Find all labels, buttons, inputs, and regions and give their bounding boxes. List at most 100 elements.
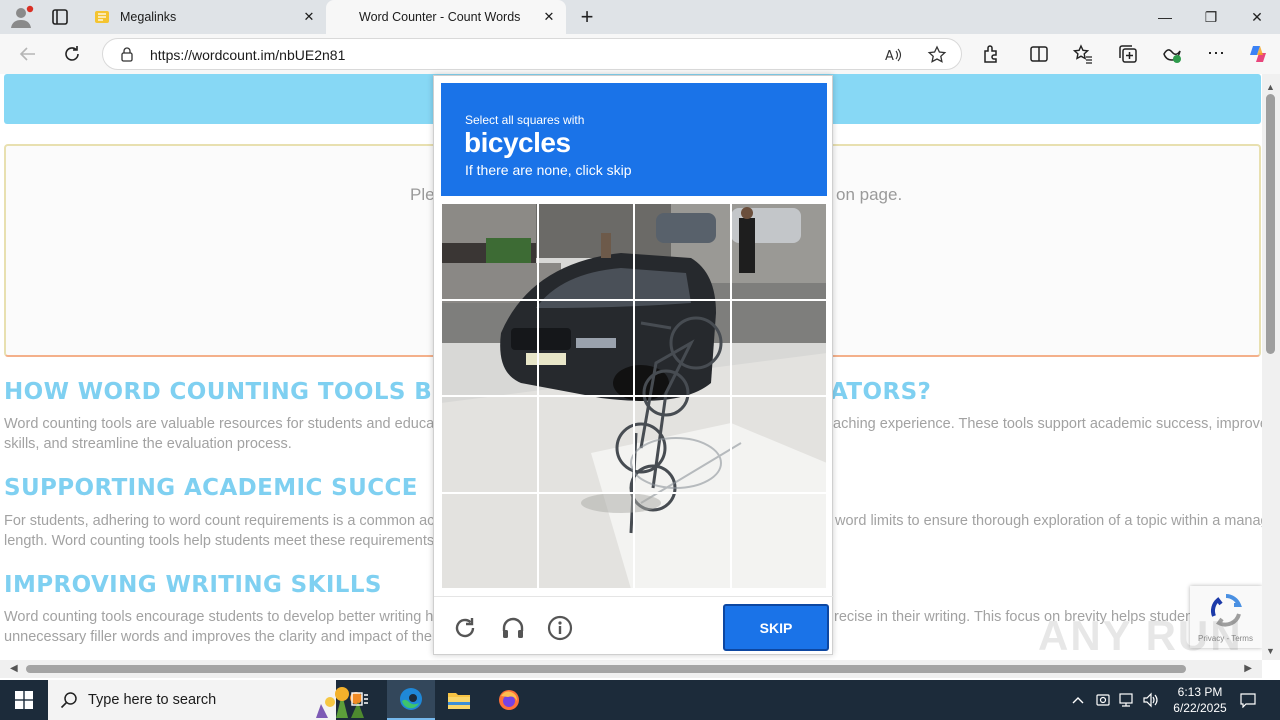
- captcha-tile[interactable]: [730, 492, 827, 589]
- scroll-down-icon[interactable]: ▼: [1266, 646, 1275, 656]
- edge-icon: [400, 688, 422, 710]
- back-icon[interactable]: [16, 42, 40, 66]
- split-screen-icon[interactable]: [1028, 43, 1050, 65]
- paragraph-line2: unnecessary filler words and improves th…: [4, 629, 452, 645]
- close-window-icon[interactable]: ✕: [1234, 0, 1280, 34]
- paragraph-left-part: Word counting tools are valuable resourc…: [4, 416, 452, 432]
- taskbar-search-box[interactable]: Type here to search: [48, 680, 364, 720]
- heading-left-part: IMPROVING WRITING SKILLS: [4, 572, 382, 598]
- section-heading-right: ATORS?: [830, 379, 931, 405]
- svg-text:A: A: [885, 49, 894, 64]
- captcha-tile[interactable]: [730, 299, 827, 396]
- tab-actions-icon[interactable]: [48, 6, 72, 28]
- site-info-lock-icon[interactable]: [119, 46, 135, 62]
- tab-title: Word Counter - Count Words: [359, 10, 521, 24]
- megalinks-favicon-icon: [95, 11, 109, 23]
- paragraph-left-part: For students, adhering to word count req…: [4, 513, 451, 529]
- captcha-tile[interactable]: [441, 203, 538, 300]
- browser-essentials-icon[interactable]: [1161, 43, 1183, 65]
- captcha-footer: SKIP: [434, 596, 834, 656]
- favorite-star-icon[interactable]: [927, 45, 947, 65]
- vertical-scroll-thumb[interactable]: [1266, 94, 1275, 354]
- taskbar-file-explorer[interactable]: [435, 680, 483, 720]
- heading-right-part: ATORS?: [830, 379, 932, 405]
- captcha-tile[interactable]: [634, 203, 731, 300]
- audio-challenge-icon[interactable]: [500, 615, 526, 641]
- close-tab-icon[interactable]: ✕: [538, 6, 560, 28]
- network-icon[interactable]: [1116, 680, 1136, 720]
- captcha-tile[interactable]: [634, 396, 731, 493]
- scroll-right-icon[interactable]: ▶: [1244, 663, 1252, 674]
- tab-megalinks[interactable]: Megalinks ✕: [86, 0, 326, 34]
- notice-text-right: on page.: [836, 185, 903, 204]
- horizontal-scroll-thumb[interactable]: [26, 665, 1186, 673]
- minimize-icon[interactable]: —: [1142, 0, 1188, 34]
- url-path: /nbUE2n81: [275, 47, 346, 63]
- system-clock[interactable]: 6:13 PM 6/22/2025: [1160, 684, 1240, 716]
- captcha-instruction: Select all squares with: [465, 113, 585, 127]
- captcha-header: Select all squares with bicycles If ther…: [441, 83, 827, 196]
- captcha-challenge: Select all squares with bicycles If ther…: [433, 75, 834, 656]
- settings-more-icon[interactable]: ···: [1205, 43, 1227, 65]
- captcha-tile[interactable]: [730, 396, 827, 493]
- captcha-tile[interactable]: [537, 299, 634, 396]
- address-bar[interactable]: https://wordcount.im/nbUE2n81 A: [102, 38, 962, 70]
- captcha-hint: If there are none, click skip: [465, 162, 632, 178]
- action-center-icon: [1240, 693, 1256, 708]
- search-icon: [60, 692, 77, 709]
- url-host: wordcount.im: [192, 47, 276, 63]
- anyrun-watermark: ANY RUN: [1038, 612, 1243, 659]
- captcha-tile[interactable]: [537, 492, 634, 589]
- read-aloud-icon[interactable]: A: [883, 45, 903, 65]
- collections-icon[interactable]: [1117, 43, 1139, 65]
- clock-time: 6:13 PM: [1177, 685, 1223, 699]
- captcha-tile[interactable]: [537, 396, 634, 493]
- taskbar-firefox[interactable]: [485, 680, 533, 720]
- captcha-tile[interactable]: [537, 203, 634, 300]
- folder-icon: [448, 693, 470, 709]
- skip-button[interactable]: SKIP: [723, 604, 829, 651]
- info-icon[interactable]: [547, 615, 573, 641]
- heading-left-part: HOW WORD COUNTING TOOLS B: [4, 379, 433, 405]
- taskbar-edge[interactable]: [387, 680, 435, 720]
- notifications-icon[interactable]: [1236, 680, 1260, 720]
- section-heading: SUPPORTING ACADEMIC SUCCE: [4, 475, 418, 501]
- restore-icon[interactable]: ❐: [1188, 0, 1234, 34]
- camera-icon: [1096, 694, 1110, 706]
- extensions-icon[interactable]: [980, 43, 1002, 65]
- refresh-icon[interactable]: [60, 42, 84, 66]
- horizontal-scrollbar[interactable]: ◀ ▶: [0, 660, 1262, 678]
- scroll-left-icon[interactable]: ◀: [10, 663, 18, 674]
- meet-now-icon[interactable]: [1093, 680, 1113, 720]
- firefox-icon: [499, 690, 519, 710]
- vertical-scrollbar[interactable]: ▲ ▼: [1262, 74, 1280, 660]
- close-tab-icon[interactable]: ✕: [298, 6, 320, 28]
- browser-tab-strip: Megalinks ✕ Word Counter - Count Words ✕…: [0, 0, 1280, 34]
- volume-icon[interactable]: [1140, 680, 1162, 720]
- scroll-up-icon[interactable]: ▲: [1266, 82, 1275, 92]
- task-view-button[interactable]: [336, 680, 384, 720]
- copilot-icon[interactable]: [1247, 43, 1269, 65]
- profile-icon[interactable]: [8, 5, 34, 29]
- reload-challenge-icon[interactable]: [452, 615, 478, 641]
- windows-taskbar: Type here to search 6:13 PM 6/22/2025: [0, 680, 1280, 720]
- tab-word-counter[interactable]: Word Counter - Count Words ✕: [326, 0, 566, 34]
- new-tab-icon[interactable]: +: [575, 4, 599, 29]
- tab-title: Megalinks: [120, 10, 177, 24]
- start-button[interactable]: [0, 680, 48, 720]
- captcha-tile[interactable]: [634, 492, 731, 589]
- search-placeholder: Type here to search: [88, 692, 217, 708]
- paragraph-right-part: word limits to ensure thorough explorati…: [835, 513, 1262, 529]
- captcha-tile[interactable]: [441, 299, 538, 396]
- captcha-tile[interactable]: [441, 396, 538, 493]
- clock-date: 6/22/2025: [1173, 701, 1227, 715]
- captcha-tile[interactable]: [441, 492, 538, 589]
- captcha-target-object: bicycles: [464, 127, 571, 158]
- show-hidden-icons[interactable]: [1068, 680, 1088, 720]
- paragraph-left-part: Word counting tools encourage students t…: [4, 609, 450, 625]
- url-text: https://wordcount.im/nbUE2n81: [150, 47, 345, 63]
- captcha-tile[interactable]: [634, 299, 731, 396]
- favorites-icon[interactable]: [1072, 43, 1094, 65]
- paragraph-right-part: aching experience. These tools support a…: [833, 416, 1262, 432]
- captcha-tile[interactable]: [730, 203, 827, 300]
